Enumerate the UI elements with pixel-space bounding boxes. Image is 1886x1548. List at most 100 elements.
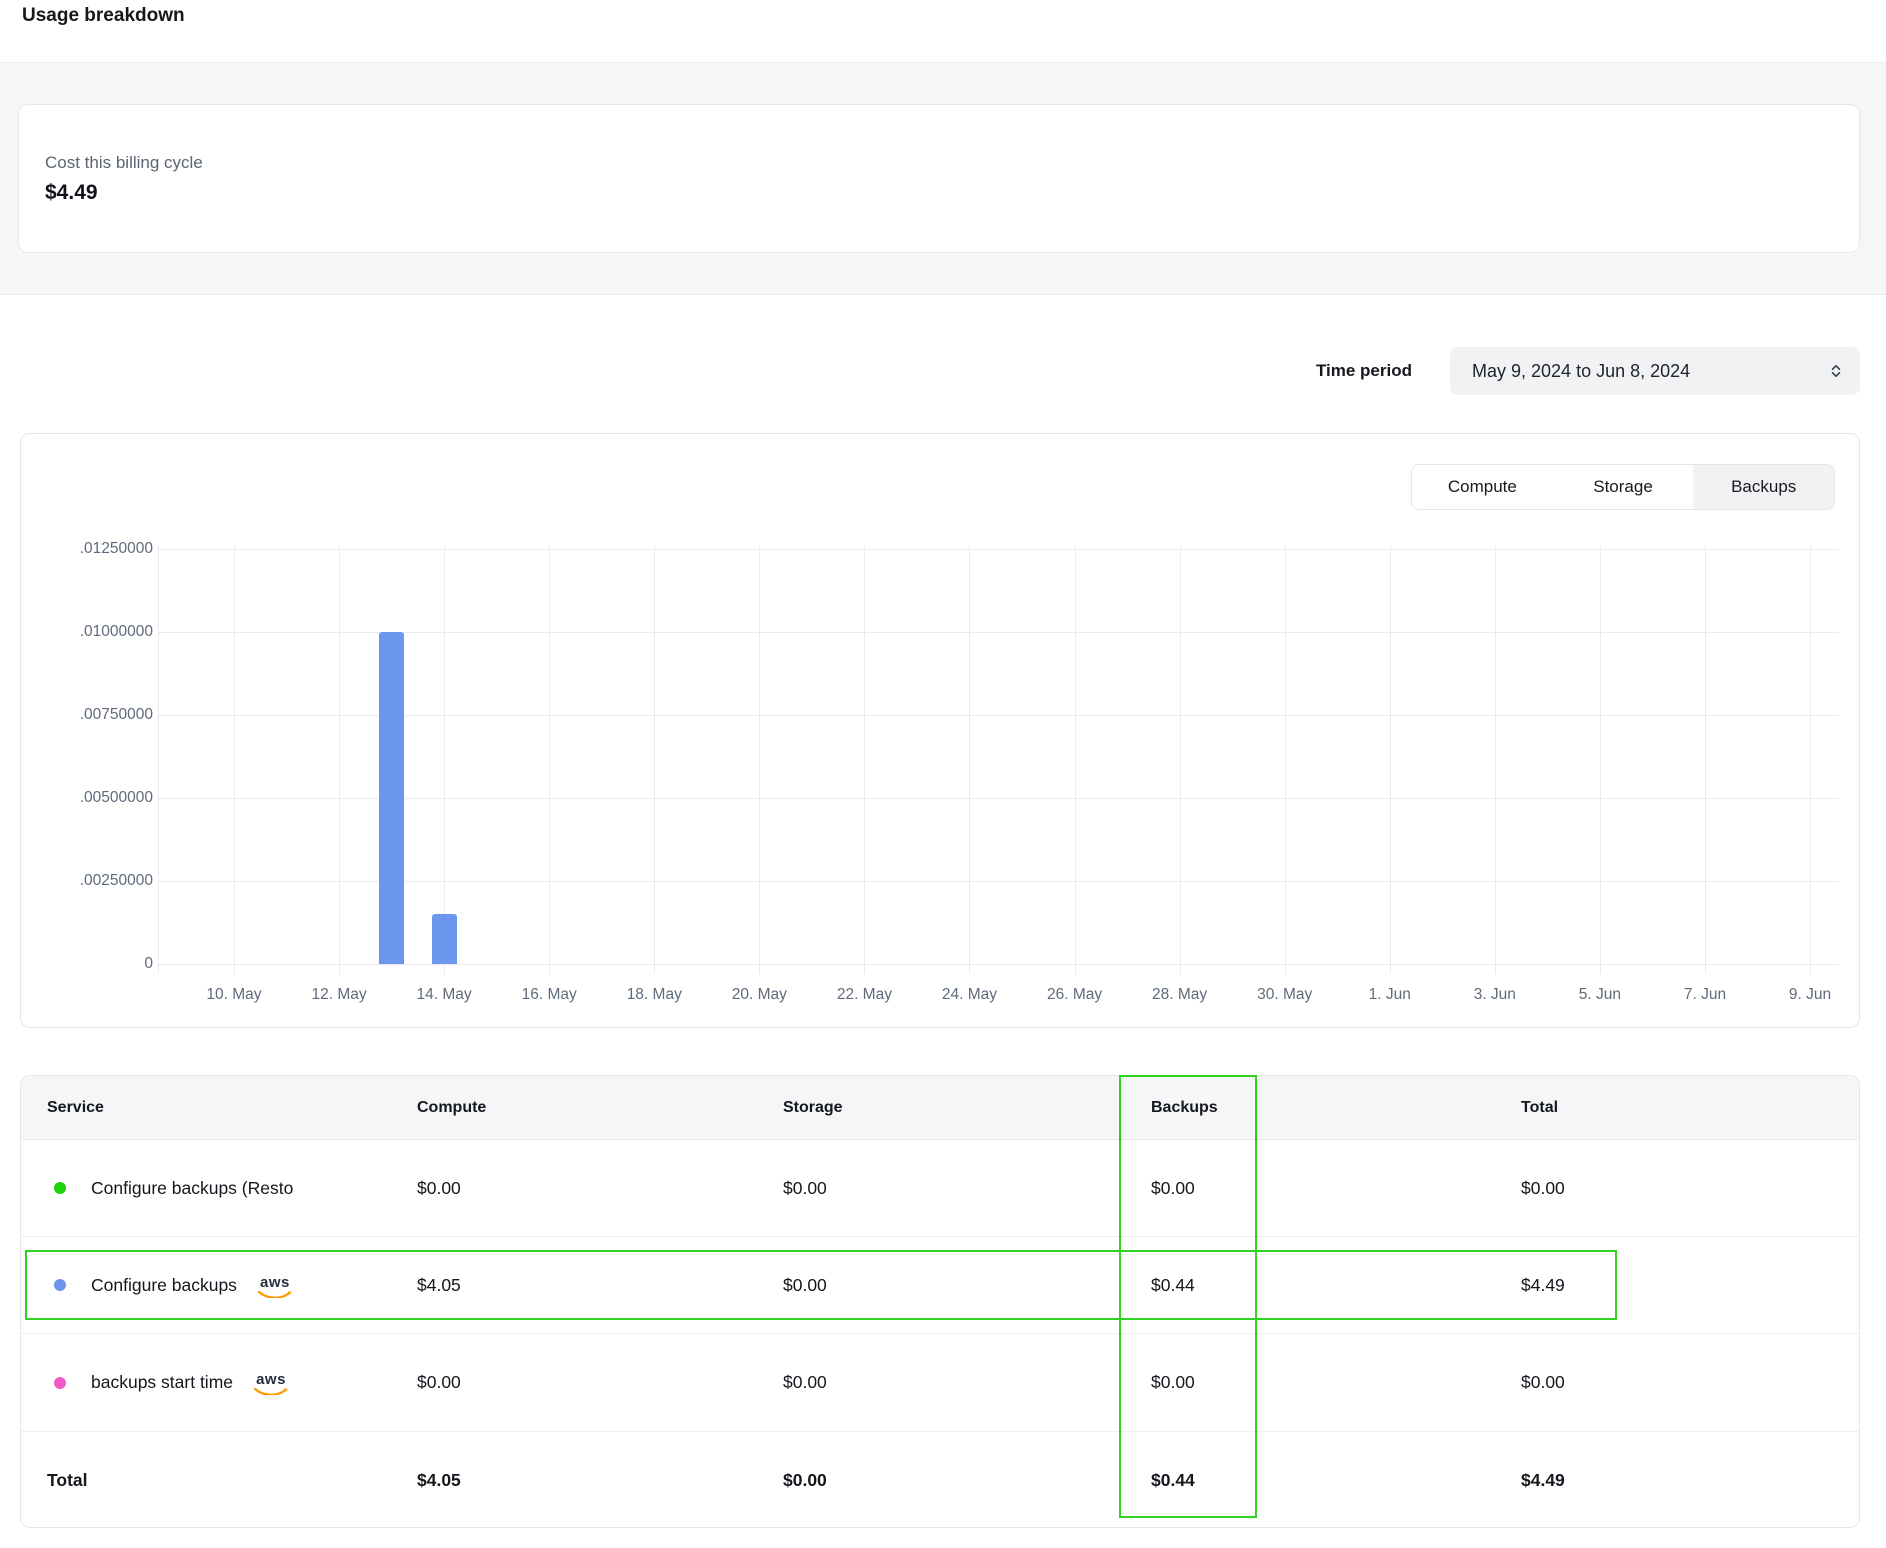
x-tick-label: 20. May (704, 986, 814, 1004)
column-header-storage: Storage (783, 1099, 1151, 1117)
tab-storage[interactable]: Storage (1553, 465, 1694, 509)
chart-h-gridline (158, 881, 1839, 882)
service-name: backups start time (91, 1372, 233, 1393)
cost-card-label: Cost this billing cycle (45, 153, 1859, 173)
chart-v-gridline (1075, 546, 1076, 974)
compute-cell: $0.00 (417, 1372, 783, 1393)
x-tick-label: 24. May (914, 986, 1024, 1004)
column-header-service: Service (21, 1099, 417, 1117)
chart-bar (432, 914, 457, 964)
select-updown-icon (1828, 363, 1844, 379)
chart-v-gridline (1495, 546, 1496, 974)
chart-v-gridline (1285, 546, 1286, 974)
cost-card: Cost this billing cycle $4.49 (18, 104, 1860, 253)
table-total-row: Total$4.05$0.00$0.44$4.49 (21, 1431, 1859, 1528)
chart-v-gridline (969, 546, 970, 974)
backups-cell: $0.00 (1151, 1178, 1521, 1199)
table-header-row: ServiceComputeStorageBackupsTotal (21, 1076, 1859, 1140)
cost-card-value: $4.49 (45, 181, 1859, 205)
chart-v-gridline (444, 546, 445, 974)
aws-icon: aws (253, 1372, 289, 1395)
service-cell: Configure backups aws (21, 1273, 417, 1298)
total-cell: $0.00 (1521, 1178, 1860, 1199)
x-tick-label: 12. May (284, 986, 394, 1004)
table-row: backups start timeaws$0.00$0.00$0.00$0.0… (21, 1334, 1859, 1431)
chart-h-gridline (158, 549, 1839, 550)
x-tick-label: 5. Jun (1545, 986, 1655, 1004)
total-row-label: Total (21, 1470, 417, 1491)
time-period-select[interactable]: May 9, 2024 to Jun 8, 2024 (1450, 347, 1860, 395)
total-cell: $4.49 (1521, 1275, 1860, 1296)
service-name: Configure backups (Resto (91, 1178, 293, 1199)
chart-axis-line (158, 546, 159, 974)
aws-smile-icon (253, 1387, 289, 1395)
chart-v-gridline (549, 546, 550, 974)
service-cell: Configure backups (Resto (21, 1178, 417, 1199)
chart-v-gridline (864, 546, 865, 974)
x-tick-label: 1. Jun (1335, 986, 1445, 1004)
x-tick-label: 28. May (1125, 986, 1235, 1004)
chart-v-gridline (1180, 546, 1181, 974)
chart-v-gridline (1810, 546, 1811, 974)
y-tick-label: 0 (43, 955, 153, 973)
x-tick-label: 16. May (494, 986, 604, 1004)
total-row-total: $4.49 (1521, 1470, 1860, 1491)
series-color-dot (54, 1279, 66, 1291)
chart-v-gridline (759, 546, 760, 974)
y-tick-label: .00250000 (43, 872, 153, 890)
chart-h-gridline (158, 632, 1839, 633)
backups-cell: $0.44 (1151, 1275, 1521, 1296)
x-tick-label: 7. Jun (1650, 986, 1760, 1004)
time-period-value: May 9, 2024 to Jun 8, 2024 (1472, 361, 1828, 382)
total-cell: $0.00 (1521, 1372, 1860, 1393)
chart-metric-tabs: ComputeStorageBackups (1411, 464, 1835, 510)
chart-v-gridline (1390, 546, 1391, 974)
column-header-backups: Backups (1151, 1099, 1521, 1117)
series-color-dot (54, 1377, 66, 1389)
tab-compute[interactable]: Compute (1412, 465, 1553, 509)
aws-icon: aws (257, 1275, 293, 1298)
table-row: Configure backups aws $4.05$0.00$0.44$4.49 (21, 1237, 1859, 1334)
x-tick-label: 26. May (1020, 986, 1130, 1004)
usage-table-card: ServiceComputeStorageBackupsTotal Config… (20, 1075, 1860, 1528)
x-tick-label: 10. May (179, 986, 289, 1004)
total-row-compute: $4.05 (417, 1470, 783, 1491)
service-name: Configure backups (91, 1275, 237, 1296)
column-header-total: Total (1521, 1099, 1860, 1117)
column-header-compute: Compute (417, 1099, 783, 1117)
y-tick-label: .01000000 (43, 623, 153, 641)
chart-h-gridline (158, 715, 1839, 716)
x-tick-label: 18. May (599, 986, 709, 1004)
y-tick-label: .00500000 (43, 789, 153, 807)
tab-backups[interactable]: Backups (1693, 465, 1834, 509)
total-row-backups: $0.44 (1151, 1470, 1521, 1491)
chart-bar (379, 632, 404, 964)
chart-v-gridline (339, 546, 340, 974)
table-row: Configure backups (Resto$0.00$0.00$0.00$… (21, 1140, 1859, 1237)
storage-cell: $0.00 (783, 1178, 1151, 1199)
chart-h-gridline (158, 798, 1839, 799)
billing-summary-band: Cost this billing cycle $4.49 (0, 62, 1886, 295)
aws-icon-text: aws (256, 1372, 286, 1387)
backups-cell: $0.00 (1151, 1372, 1521, 1393)
chart-v-gridline (1705, 546, 1706, 974)
aws-smile-icon (257, 1290, 293, 1298)
x-tick-label: 3. Jun (1440, 986, 1550, 1004)
page-title: Usage breakdown (22, 5, 185, 27)
aws-icon-text: aws (260, 1275, 290, 1290)
series-color-dot (54, 1182, 66, 1194)
service-cell: backups start time aws (21, 1370, 417, 1395)
time-period-label: Time period (1150, 347, 1412, 395)
compute-cell: $4.05 (417, 1275, 783, 1296)
chart-v-gridline (234, 546, 235, 974)
chart-v-gridline (654, 546, 655, 974)
storage-cell: $0.00 (783, 1372, 1151, 1393)
storage-cell: $0.00 (783, 1275, 1151, 1296)
y-tick-label: .00750000 (43, 706, 153, 724)
chart-h-gridline (158, 964, 1839, 965)
x-tick-label: 22. May (809, 986, 919, 1004)
total-row-storage: $0.00 (783, 1470, 1151, 1491)
chart-v-gridline (1600, 546, 1601, 974)
compute-cell: $0.00 (417, 1178, 783, 1199)
x-tick-label: 9. Jun (1755, 986, 1865, 1004)
